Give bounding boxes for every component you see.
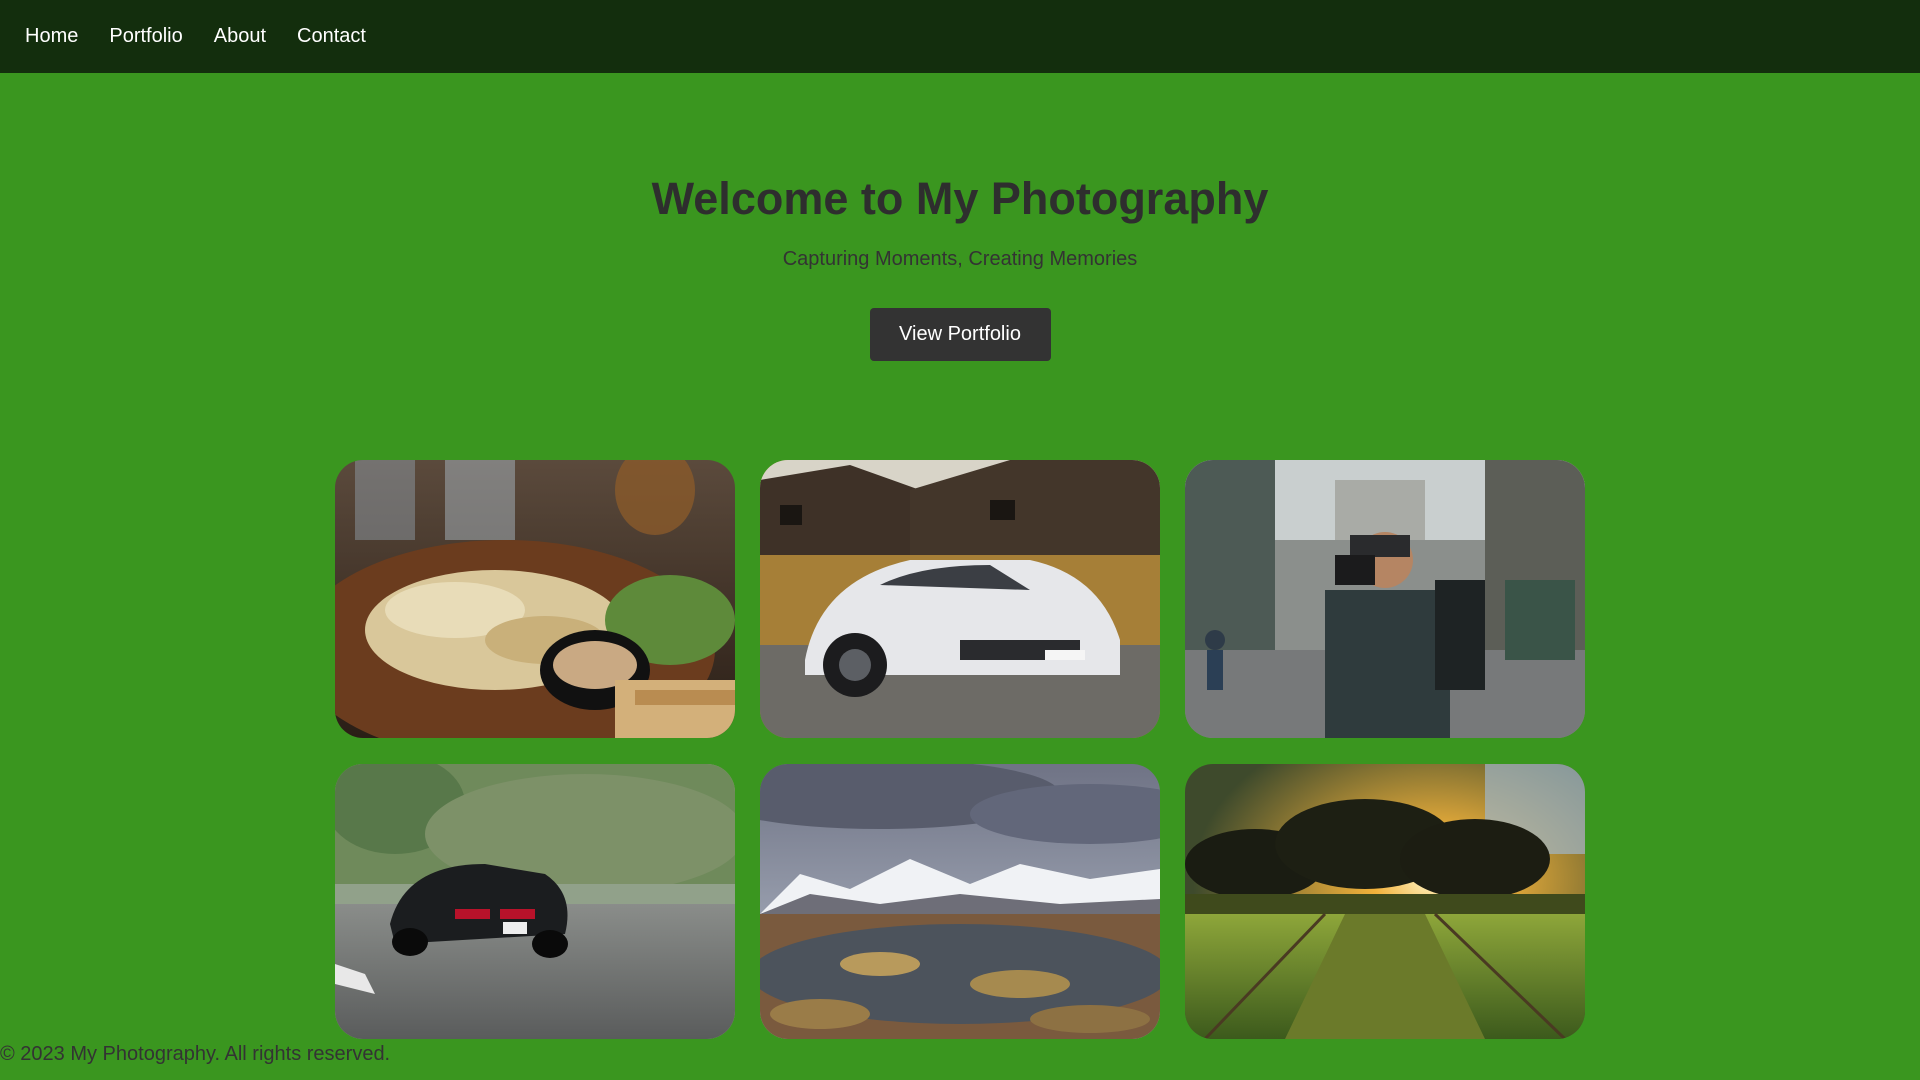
food-plate-photo[interactable]: [335, 460, 735, 738]
hero-title: Welcome to My Photography: [651, 173, 1269, 224]
hero-subtitle: Capturing Moments, Creating Memories: [782, 248, 1138, 270]
view-portfolio-button[interactable]: View Portfolio: [869, 308, 1051, 361]
hero-section: Welcome to My Photography Capturing Mome…: [0, 73, 1920, 361]
photo-gallery: [335, 460, 1586, 1039]
nav-link-about[interactable]: About: [214, 25, 266, 48]
footer-copyright: © 2023 My Photography. All rights reserv…: [0, 1043, 391, 1065]
nav-link-home[interactable]: Home: [25, 25, 78, 48]
top-navbar: Home Portfolio About Contact: [0, 0, 1920, 73]
nav-link-contact[interactable]: Contact: [297, 25, 366, 48]
sunset-trees-field-photo[interactable]: [1185, 764, 1585, 1039]
black-car-motion-photo[interactable]: [335, 764, 735, 1039]
street-photographer-photo[interactable]: [1185, 460, 1585, 738]
mountain-landscape-photo[interactable]: [760, 764, 1160, 1039]
nav-link-portfolio[interactable]: Portfolio: [109, 25, 182, 48]
white-sports-car-photo[interactable]: [760, 460, 1160, 738]
